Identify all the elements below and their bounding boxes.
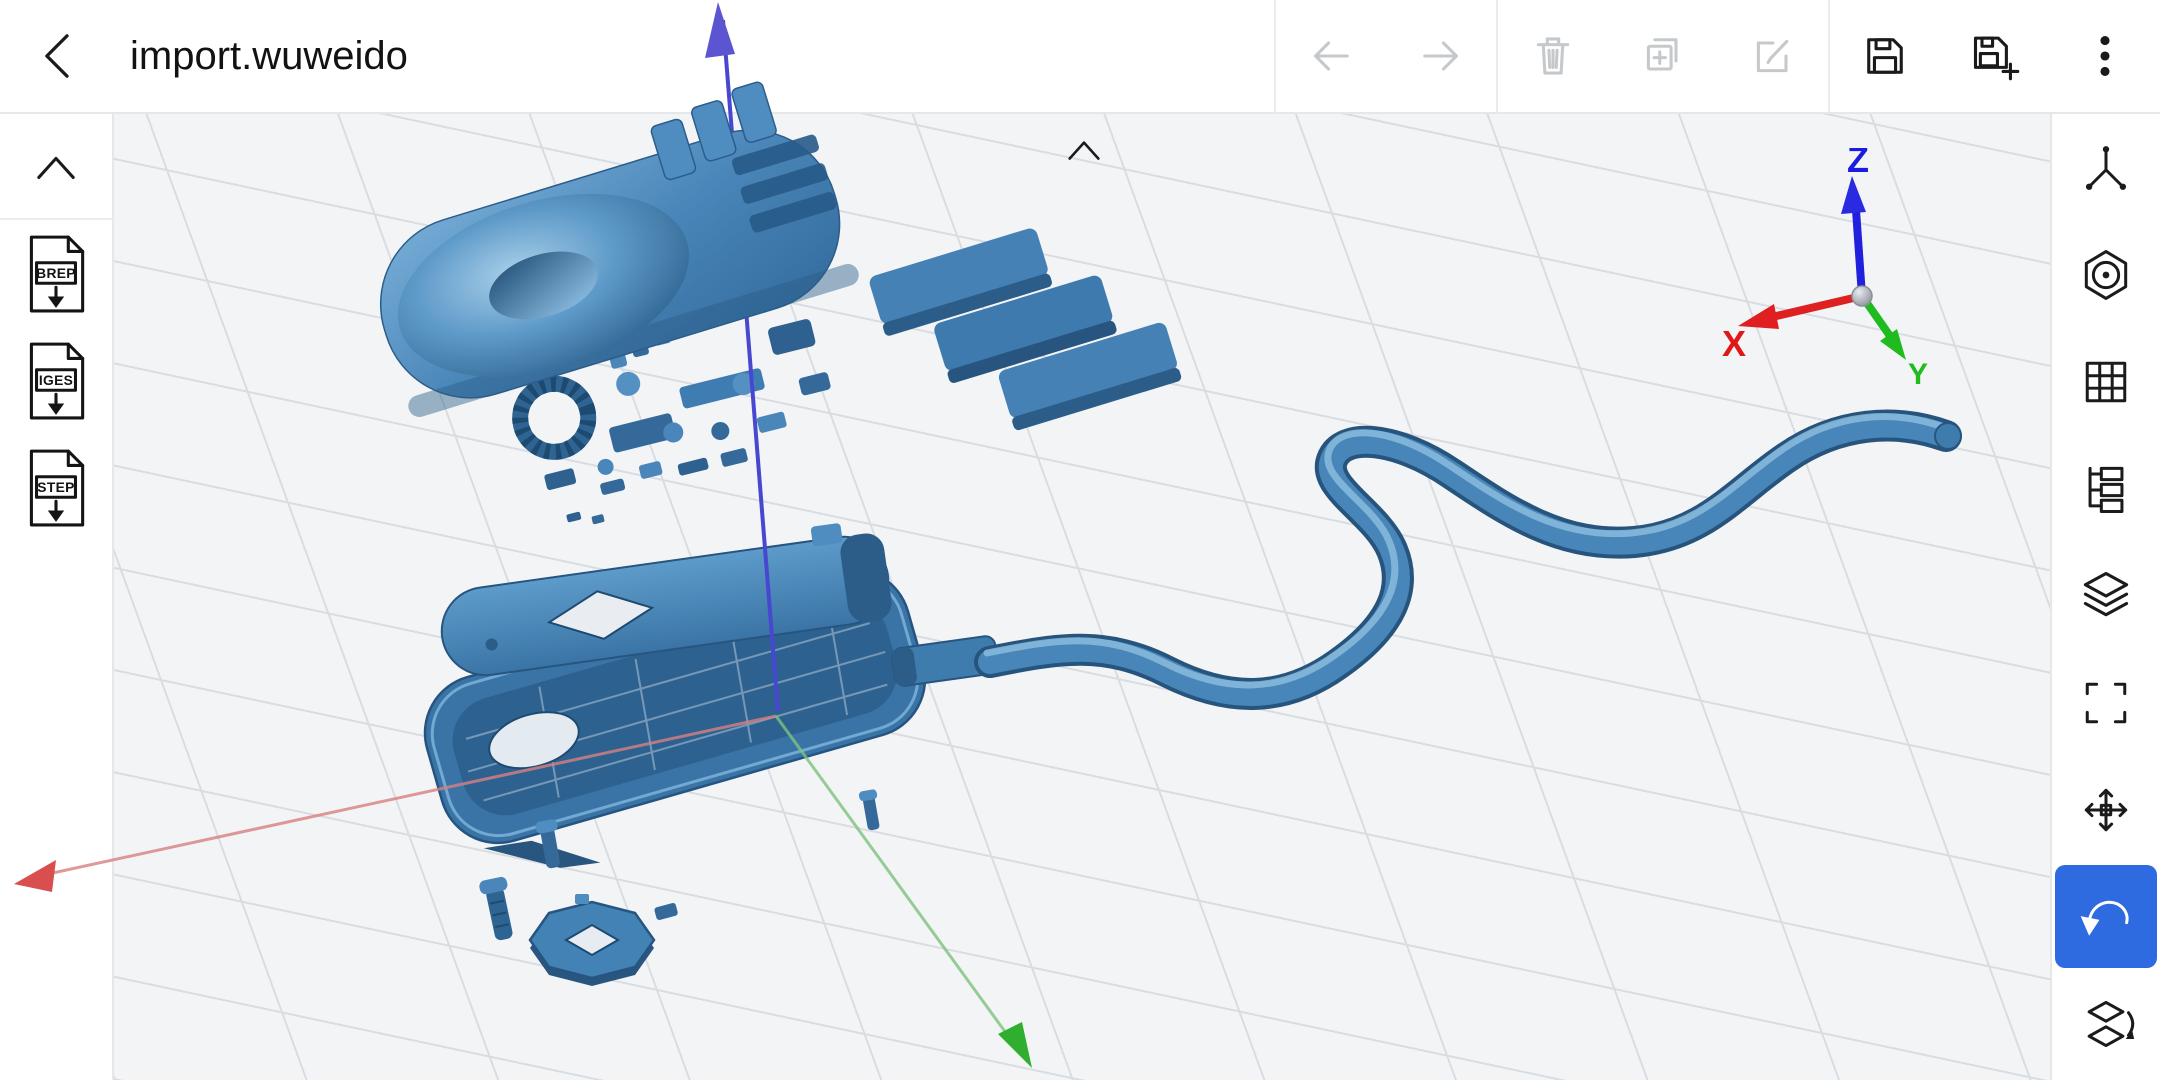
view-gizmo[interactable]: Z X Y [1690, 139, 1990, 418]
flip-view-icon [2087, 1000, 2135, 1047]
duplicate-button[interactable] [1608, 0, 1718, 113]
gizmo-y-axis: Y [1858, 293, 1928, 391]
back-chevron-icon [45, 34, 69, 78]
overflow-menu-button[interactable] [2050, 0, 2160, 113]
undo-button[interactable] [1276, 0, 1386, 113]
step-file-icon: STEP [29, 449, 85, 526]
svg-text:Y: Y [1908, 358, 1928, 391]
grid-icon [2085, 361, 2127, 402]
layers-icon [2083, 571, 2129, 616]
edit-button[interactable] [1718, 0, 1828, 113]
svg-text:BREP: BREP [36, 265, 76, 281]
redo-arrow-icon [1423, 41, 1458, 71]
save-as-floppy-plus-icon [1973, 36, 2020, 81]
zoom-fit-button[interactable] [2051, 649, 2160, 756]
redo-button[interactable] [1386, 0, 1496, 113]
chevron-up-icon [1068, 141, 1100, 160]
rotate-orbit-icon [2080, 900, 2129, 936]
svg-text:IGES: IGES [39, 372, 73, 388]
save-button[interactable] [1830, 0, 1940, 113]
svg-text:STEP: STEP [37, 479, 74, 495]
svg-text:Z: Z [1847, 148, 1869, 180]
toolbar-actions [1274, 0, 2160, 113]
import-iges-button[interactable]: IGES [0, 327, 113, 434]
trash-icon [1536, 37, 1570, 75]
structure-outline-icon [2088, 466, 2124, 513]
viewport-expand-handle[interactable] [1044, 126, 1124, 172]
import-format-sidebar: BREP IGES STEP [0, 114, 114, 1080]
coordinate-axes-icon [2085, 145, 2127, 190]
pan-move-icon [2084, 788, 2128, 831]
gizmo-x-axis: X [1722, 292, 1863, 364]
save-floppy-icon [1867, 38, 1903, 74]
save-as-button[interactable] [1940, 0, 2050, 113]
import-brep-button[interactable]: BREP [0, 220, 113, 327]
delete-button[interactable] [1498, 0, 1608, 113]
structure-outline-button[interactable] [2051, 435, 2160, 542]
grid-toggle-button[interactable] [2051, 328, 2160, 435]
view-tools-sidebar [2050, 114, 2160, 1080]
orbit-view-button[interactable] [2051, 221, 2160, 328]
import-step-button[interactable]: STEP [0, 434, 113, 541]
top-toolbar: import.wuweido [0, 0, 2160, 114]
pan-move-button[interactable] [2051, 756, 2160, 863]
zoom-fit-icon [2085, 682, 2127, 723]
back-button[interactable] [0, 0, 120, 113]
chevron-up-icon [37, 156, 75, 179]
layers-button[interactable] [2051, 542, 2160, 649]
flip-view-button[interactable] [2051, 970, 2160, 1077]
rotate-orbit-button[interactable] [2055, 865, 2157, 968]
svg-text:X: X [1722, 323, 1746, 364]
three-dots-icon [2100, 36, 2110, 76]
orbit-view-icon [2084, 249, 2128, 300]
edit-pencil-icon [1756, 39, 1789, 73]
collapse-panel-button[interactable] [0, 114, 113, 218]
brep-file-icon: BREP [29, 235, 85, 312]
coordinate-axes-button[interactable] [2051, 114, 2160, 221]
iges-file-icon: IGES [29, 342, 85, 419]
gizmo-origin-ball [1851, 285, 1873, 307]
cad-app-window: import.wuweido BREP IGES STEP Z X Y [0, 0, 2160, 1080]
duplicate-plus-icon [1646, 38, 1678, 71]
gizmo-z-axis: Z [1841, 139, 1869, 297]
undo-arrow-icon [1314, 41, 1349, 71]
document-title: import.wuweido [130, 33, 408, 78]
